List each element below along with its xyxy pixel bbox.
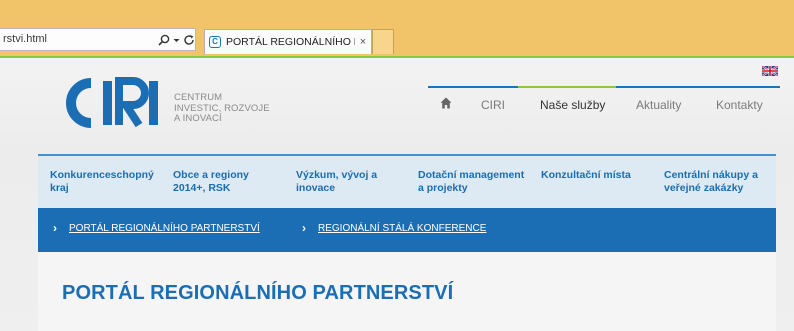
dropdown-arrow-icon[interactable] [173,34,180,46]
site-favicon-icon: C [209,36,221,48]
subnav-item-centralni-nakupy[interactable]: Centrální nákupy a veřejné zakázky [664,169,764,195]
subnav-item-dotacni-management[interactable]: Dotační management a projekty [418,169,528,195]
chevron-right-icon: › [302,221,306,235]
subnav-item-obce-a-regiony[interactable]: Obce a regiony 2014+, RSK [173,169,263,195]
nav-active-indicator [518,86,616,88]
address-bar-actions [158,29,195,50]
home-icon[interactable] [440,97,452,109]
chevron-right-icon: › [53,221,57,235]
logo-tagline-line: CENTRUM [174,92,223,103]
web-page: CENTRUM INVESTIC, ROZVOJE A INOVACÍ CIRI… [0,56,794,331]
services-subnav: Konkurenceschopný kraj Obce a regiony 20… [38,154,776,208]
logo-tagline-line: A INOVACÍ [174,113,222,124]
refresh-icon[interactable] [183,34,195,46]
subnav-item-konkurenceschopny-kraj[interactable]: Konkurenceschopný kraj [50,169,160,195]
section-link-portal[interactable]: PORTÁL REGIONÁLNÍHO PARTNERSTVÍ [69,223,260,234]
section-links-bar: › PORTÁL REGIONÁLNÍHO PARTNERSTVÍ › REGI… [38,208,776,252]
close-tab-icon[interactable]: × [355,36,371,48]
nav-item-aktuality[interactable]: Aktuality [636,98,681,112]
main-content: PORTÁL REGIONÁLNÍHO PARTNERSTVÍ [38,252,776,331]
browser-chrome: rstvi.html C PORTÁL REGIONÁLNÍHO P... × [0,0,794,56]
subnav-item-vyzkum-vyvoj-inovace[interactable]: Výzkum, vývoj a inovace [296,169,386,195]
browser-tab[interactable]: C PORTÁL REGIONÁLNÍHO P... × [204,29,372,54]
uk-flag-icon[interactable] [762,66,778,76]
new-tab-button[interactable] [372,29,394,54]
subnav-item-konzultacni-mista[interactable]: Konzultační místa [541,169,651,182]
ciri-logo[interactable] [57,74,165,132]
nav-item-ciri[interactable]: CIRI [481,98,505,112]
tab-title: PORTÁL REGIONÁLNÍHO P... [226,36,355,48]
logo-tagline: CENTRUM INVESTIC, ROZVOJE A INOVACÍ [174,92,270,125]
page-title: PORTÁL REGIONÁLNÍHO PARTNERSTVÍ [62,282,454,304]
top-accent-line [0,56,794,58]
nav-item-kontakty[interactable]: Kontakty [716,98,763,112]
search-icon[interactable] [158,34,170,46]
section-link-konference[interactable]: REGIONÁLNÍ STÁLÁ KONFERENCE [318,223,486,234]
nav-item-nase-sluzby[interactable]: Naše služby [540,98,605,112]
